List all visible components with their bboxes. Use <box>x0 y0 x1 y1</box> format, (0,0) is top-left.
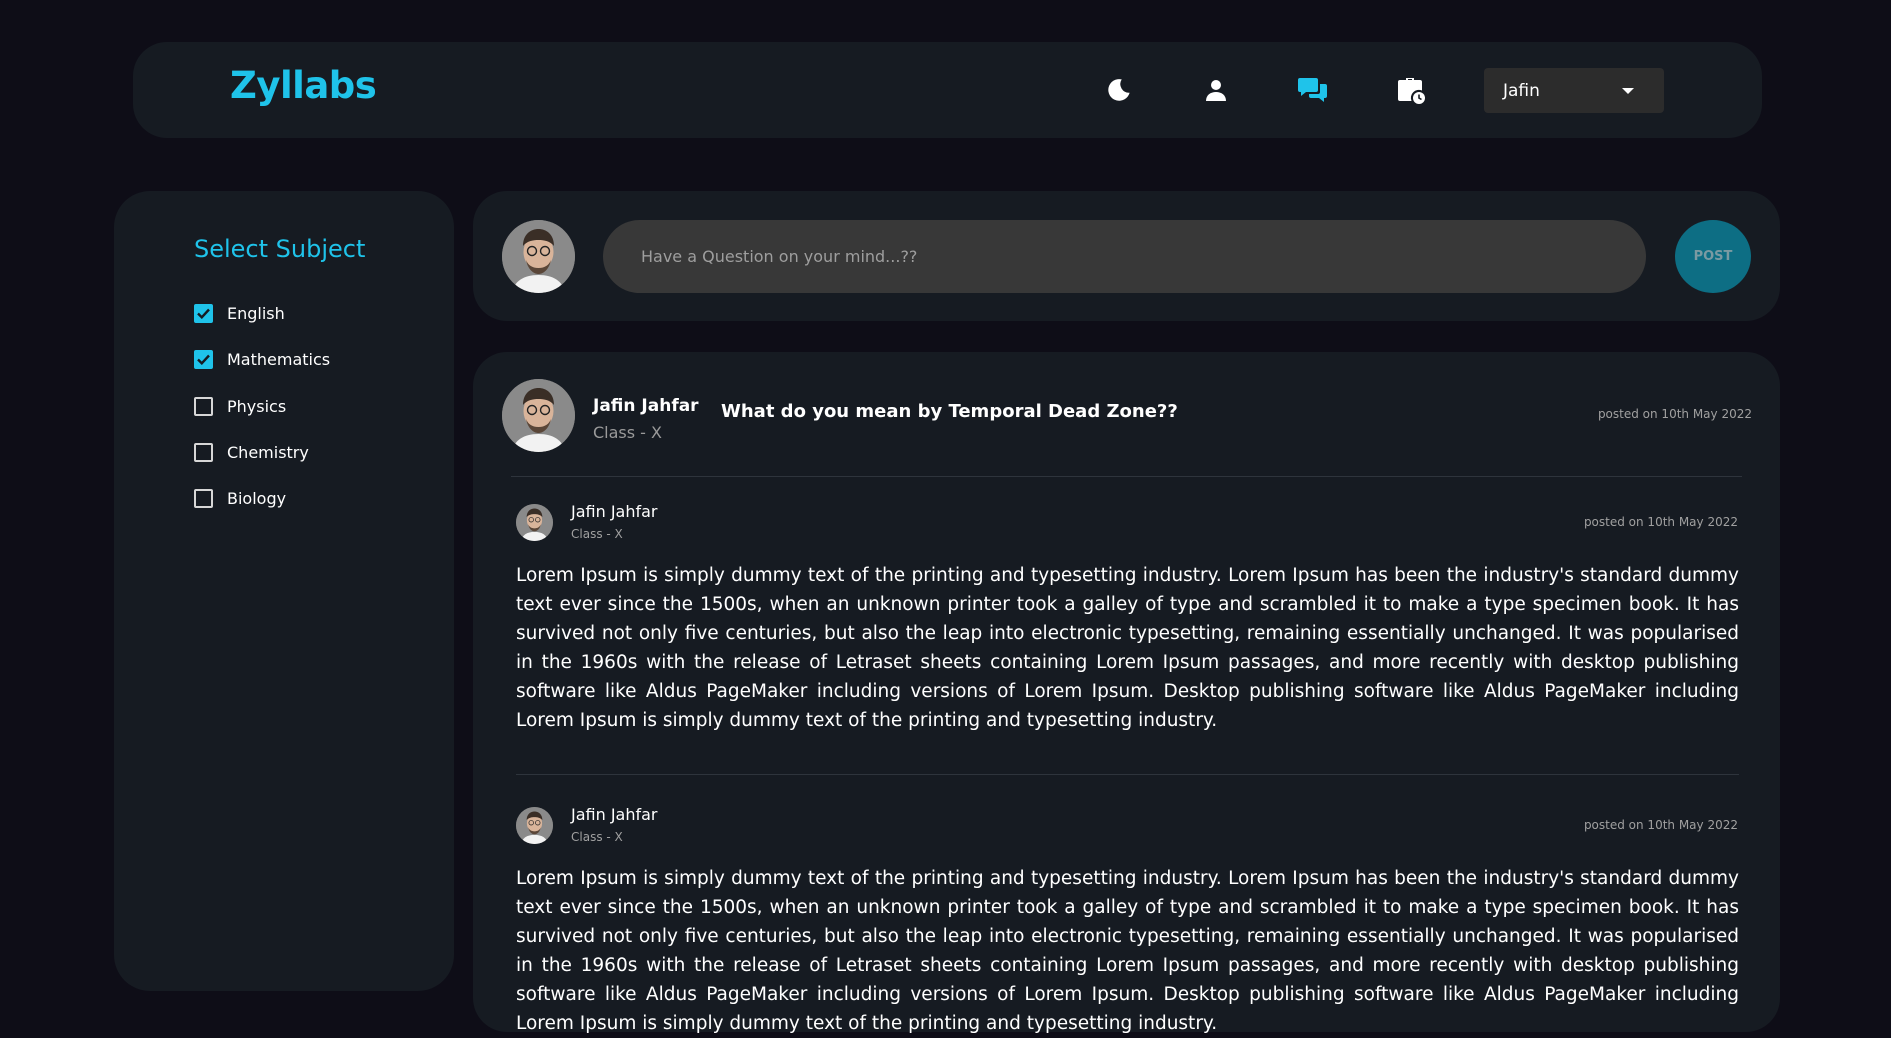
question-author-name[interactable]: Jafin Jahfar <box>593 396 699 416</box>
subject-option-mathematics[interactable]: Mathematics <box>194 347 330 371</box>
subject-checkbox[interactable] <box>194 349 213 369</box>
moon-icon[interactable] <box>1101 72 1137 108</box>
subject-label: Biology <box>227 488 287 508</box>
answer-text: Lorem Ipsum is simply dummy text of the … <box>516 565 1739 731</box>
subject-checkbox[interactable] <box>194 442 213 462</box>
subject-option-chemistry[interactable]: Chemistry <box>194 440 309 464</box>
answer-author-class: Class - X <box>571 527 623 541</box>
question-thread-card: Jafin Jahfar Class - X What do you mean … <box>473 352 1780 1034</box>
subject-checkbox[interactable] <box>194 488 213 508</box>
app-logo[interactable]: Zyllabs <box>230 64 377 107</box>
check-icon <box>197 308 210 319</box>
question-date: posted on 10th May 2022 <box>1597 407 1752 421</box>
check-icon <box>197 354 210 365</box>
top-navbar: Zyllabs Jafin <box>133 42 1762 138</box>
subject-label: Physics <box>227 396 287 416</box>
answer-date: posted on 10th May 2022 <box>1583 515 1738 529</box>
subject-label: English <box>227 303 285 323</box>
divider <box>511 476 1742 477</box>
answer-author-name[interactable]: Jafin Jahfar <box>571 805 658 824</box>
divider <box>516 774 1739 775</box>
question-author-class: Class - X <box>593 423 662 442</box>
avatar[interactable] <box>502 379 575 452</box>
avatar[interactable] <box>516 504 553 541</box>
subject-option-english[interactable]: English <box>194 301 285 325</box>
answer-author-name[interactable]: Jafin Jahfar <box>571 502 658 521</box>
subject-label: Chemistry <box>227 442 309 462</box>
chevron-down-icon <box>1622 88 1634 94</box>
user-icon[interactable] <box>1198 72 1234 108</box>
question-title[interactable]: What do you mean by Temporal Dead Zone?? <box>721 401 1178 422</box>
answer-date: posted on 10th May 2022 <box>1583 818 1738 832</box>
answer-author-class: Class - X <box>571 830 623 844</box>
answer-text: Lorem Ipsum is simply dummy text of the … <box>516 868 1739 1034</box>
subject-option-biology[interactable]: Biology <box>194 486 286 510</box>
chat-icon[interactable] <box>1295 72 1331 108</box>
ask-question-card: POST <box>473 191 1780 321</box>
subject-checkbox[interactable] <box>194 396 213 416</box>
subject-filter-sidebar: Select Subject English Mathematics Physi… <box>114 191 454 991</box>
sidebar-title: Select Subject <box>194 235 366 263</box>
user-dropdown[interactable]: Jafin <box>1484 68 1664 113</box>
user-dropdown-value: Jafin <box>1503 80 1540 101</box>
subject-checkbox[interactable] <box>194 303 213 323</box>
subject-option-physics[interactable]: Physics <box>194 394 286 418</box>
subject-label: Mathematics <box>227 349 331 369</box>
avatar[interactable] <box>516 807 553 844</box>
question-input[interactable] <box>603 220 1646 293</box>
post-button[interactable]: POST <box>1675 220 1751 293</box>
avatar[interactable] <box>502 220 575 293</box>
briefcase-clock-icon[interactable] <box>1393 72 1429 108</box>
